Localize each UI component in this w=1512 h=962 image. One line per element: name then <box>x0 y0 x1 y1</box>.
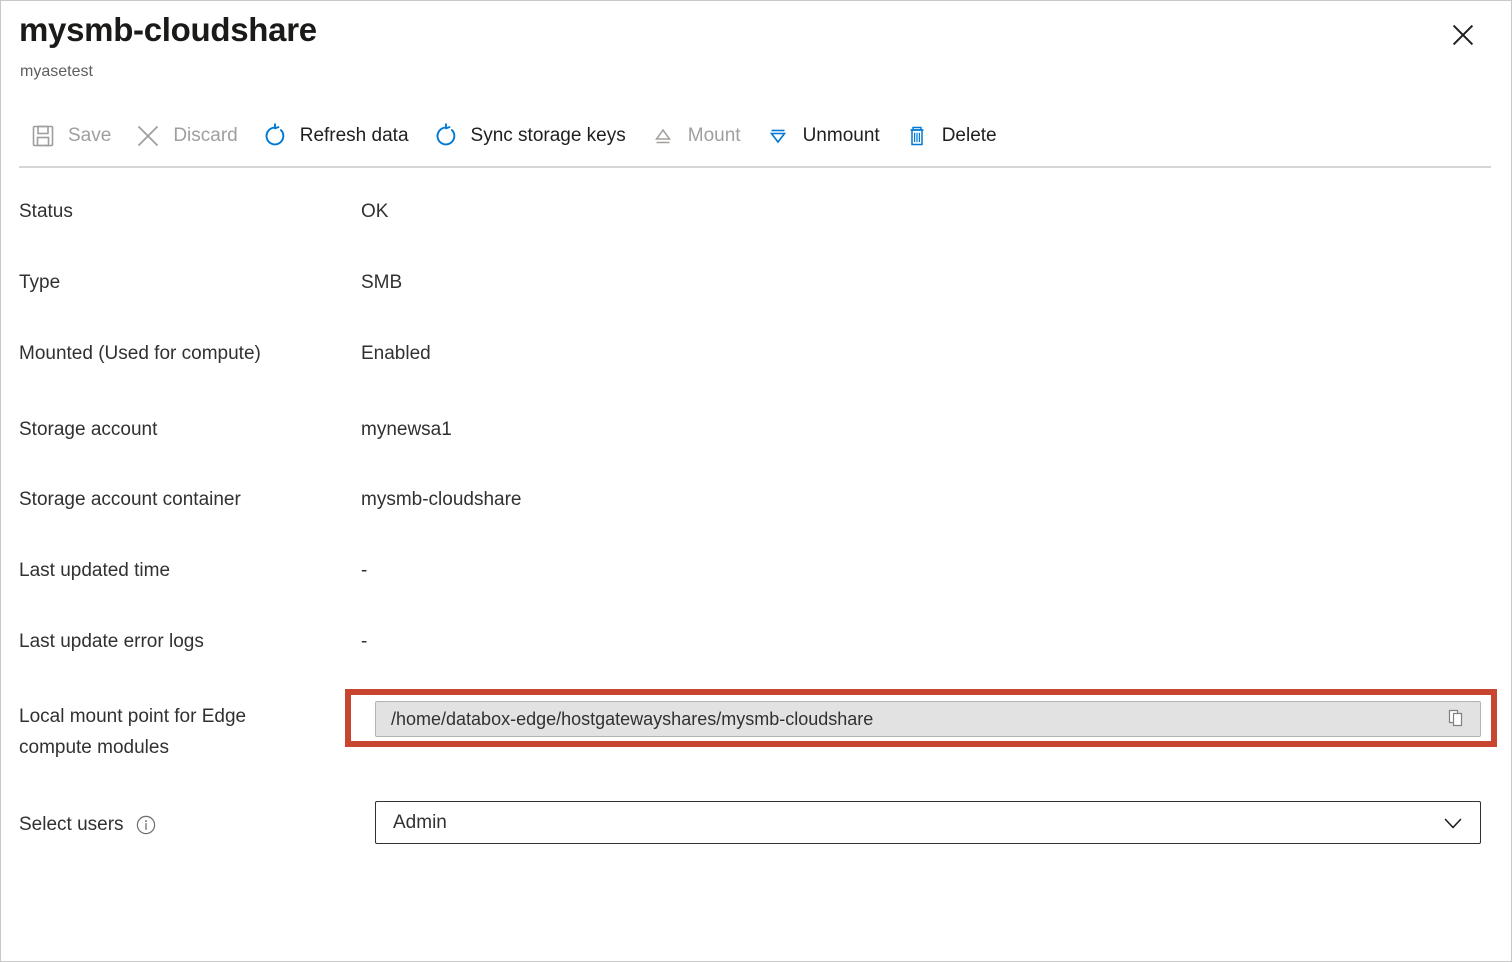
chevron-down-icon <box>1440 810 1466 836</box>
discard-label: Discard <box>173 124 237 148</box>
property-row-last-update-error-logs: Last update error logs - <box>1 627 1511 691</box>
info-icon[interactable] <box>135 814 157 836</box>
property-label: Last update error logs <box>1 627 361 657</box>
property-label: Type <box>1 268 361 298</box>
save-label: Save <box>68 124 111 148</box>
sync-storage-keys-label: Sync storage keys <box>471 124 626 148</box>
property-value-type: SMB <box>361 268 402 298</box>
delete-label: Delete <box>942 124 997 148</box>
refresh-data-button[interactable]: Refresh data <box>251 113 420 159</box>
copy-button[interactable] <box>1442 704 1472 734</box>
property-value-storage-account: mynewsa1 <box>361 415 452 445</box>
property-value-storage-account-container: mysmb-cloudshare <box>361 485 522 515</box>
unmount-icon <box>763 121 793 151</box>
select-users-selected-value: Admin <box>393 811 1440 835</box>
page-title: mysmb-cloudshare <box>19 8 317 52</box>
property-label: Mounted (Used for compute) <box>1 339 361 369</box>
save-button[interactable]: Save <box>19 113 122 159</box>
mount-label: Mount <box>688 124 741 148</box>
select-users-label: Select users <box>19 810 124 840</box>
local-mount-point-value: /home/databox-edge/hostgatewayshares/mys… <box>391 707 1442 731</box>
local-mount-point-label-line1: Local mount point for Edge <box>19 701 361 732</box>
unmount-button[interactable]: Unmount <box>754 113 891 159</box>
property-label: Storage account container <box>1 485 361 515</box>
property-row-storage-account: Storage account mynewsa1 <box>1 415 1511 485</box>
property-value-status: OK <box>361 197 388 227</box>
property-row-storage-account-container: Storage account container mysmb-cloudsha… <box>1 485 1511 556</box>
refresh-icon <box>260 121 290 151</box>
discard-button[interactable]: Discard <box>124 113 248 159</box>
refresh-icon <box>431 121 461 151</box>
delete-button[interactable]: Delete <box>893 113 1008 159</box>
unmount-label: Unmount <box>803 124 880 148</box>
property-row-mounted: Mounted (Used for compute) Enabled <box>1 339 1511 415</box>
property-value-last-update-error-logs: - <box>361 627 367 657</box>
close-button[interactable] <box>1441 13 1485 57</box>
trash-icon <box>902 121 932 151</box>
toolbar-divider <box>19 166 1491 168</box>
mount-eject-icon <box>648 121 678 151</box>
close-icon <box>1449 21 1477 49</box>
page-subtitle: myasetest <box>20 61 93 83</box>
local-mount-point-label: Local mount point for Edge compute modul… <box>1 691 361 763</box>
property-value-mounted: Enabled <box>361 339 431 369</box>
property-label: Storage account <box>1 415 361 445</box>
local-mount-point-field[interactable]: /home/databox-edge/hostgatewayshares/mys… <box>375 701 1481 737</box>
property-row-status: Status OK <box>1 197 1511 268</box>
save-icon <box>28 121 58 151</box>
blade-header: mysmb-cloudshare myasetest <box>1 1 1511 101</box>
property-row-type: Type SMB <box>1 268 1511 339</box>
select-users-label-group: Select users <box>1 810 361 840</box>
property-label: Status <box>1 197 361 227</box>
sync-storage-keys-button[interactable]: Sync storage keys <box>422 113 637 159</box>
local-mount-point-label-line2: compute modules <box>19 732 361 763</box>
discard-x-icon <box>133 121 163 151</box>
command-bar: Save Discard Refresh data <box>19 113 1010 159</box>
select-users-dropdown[interactable]: Admin <box>375 801 1481 844</box>
copy-icon <box>1446 707 1468 732</box>
property-label: Last updated time <box>1 556 361 586</box>
property-value-last-updated-time: - <box>361 556 367 586</box>
property-row-last-updated-time: Last updated time - <box>1 556 1511 627</box>
refresh-data-label: Refresh data <box>300 124 409 148</box>
share-details-blade: mysmb-cloudshare myasetest Save <box>0 0 1512 962</box>
mount-button[interactable]: Mount <box>639 113 752 159</box>
